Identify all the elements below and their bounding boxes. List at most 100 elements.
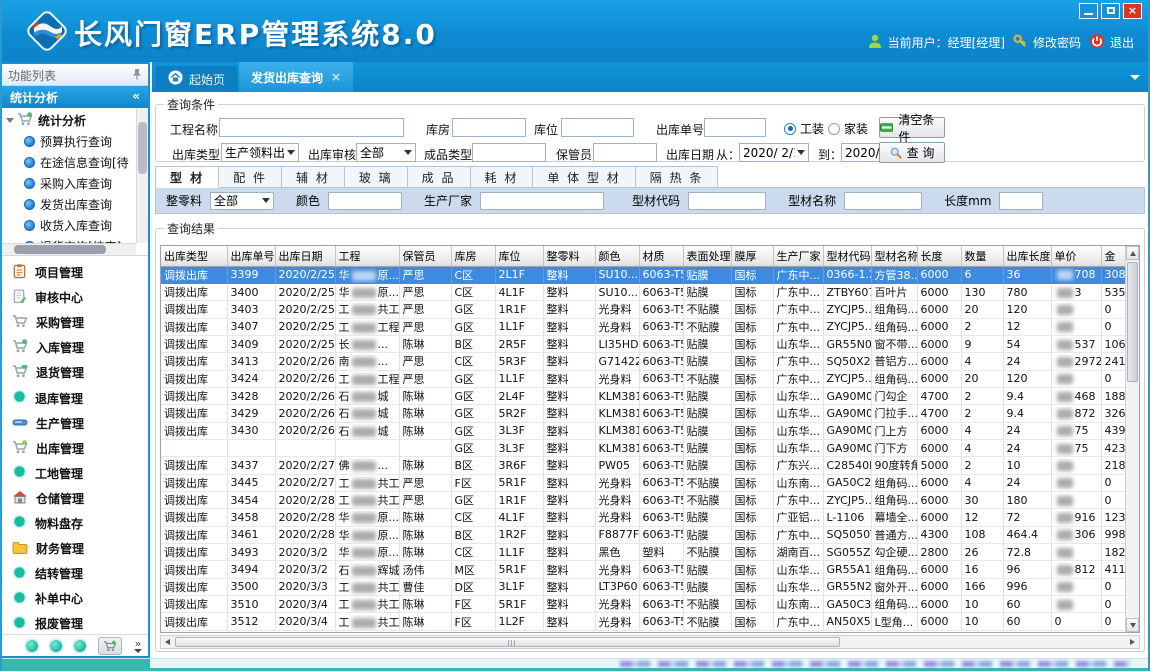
whole-select[interactable]: 全部 — [210, 192, 274, 210]
table-row[interactable]: 调拨出库35122020/3/4工共工程陈琳F区1L2F整料光身料6063-T5… — [161, 613, 1129, 630]
sidebar-item-notepad[interactable]: 审核中心 — [2, 285, 148, 310]
column-header[interactable]: 膜厚 — [731, 246, 773, 266]
tree-vertical-scrollbar[interactable] — [136, 108, 148, 243]
table-row[interactable]: 调拨出库34302020/2/26石城陈琳G区3L3F整料KLM38176063… — [161, 422, 1129, 439]
sidebar-item-circle[interactable]: 补单中心 — [2, 586, 148, 611]
clear-conditions-button[interactable]: 清空条件 — [879, 117, 945, 138]
table-row[interactable]: 调拨出库34072020/2/25工工程严思G区1L1F整料光身料6063-T5… — [161, 318, 1129, 335]
tree-expander-icon[interactable] — [6, 118, 14, 123]
column-header[interactable]: 库位 — [495, 246, 543, 266]
sidebar-item-warehouse[interactable]: 仓储管理 — [2, 486, 148, 511]
table-row[interactable]: 调拨出库34282020/2/26石城陈琳G区2L4F整料KLM38176063… — [161, 387, 1129, 404]
sidebar-item-circle[interactable]: 工地管理 — [2, 461, 148, 486]
material-tab[interactable]: 单 体 型 材 — [533, 166, 635, 188]
material-tab[interactable]: 辅 材 — [282, 166, 345, 188]
tree-root-statistics[interactable]: 统计分析 — [2, 110, 136, 131]
table-horizontal-scrollbar[interactable] — [160, 635, 1140, 649]
tree-item[interactable]: 采购入库查询 — [2, 173, 136, 194]
table-row[interactable]: 调拨出库34932020/3/2华原...陈琳C区1L1F整料黑色塑料不贴膜国标… — [161, 544, 1129, 561]
collapse-icon[interactable]: « — [132, 89, 140, 103]
table-row[interactable]: 调拨出库34582020/2/28华原...陈琳C区4L1F整料光身料6063-… — [161, 509, 1129, 526]
warehouse-input[interactable] — [452, 118, 526, 137]
table-row[interactable]: 调拨出库34452020/2/27工共工程严思F区5R1F整料光身料6063-T… — [161, 474, 1129, 491]
project-name-input[interactable] — [219, 118, 404, 137]
column-header[interactable]: 单价 — [1051, 246, 1101, 266]
table-row[interactable]: 调拨出库34942020/3/2石辉城汤伟M区5R1F整料光身料6063-T5贴… — [161, 561, 1129, 578]
manufacturer-input[interactable] — [480, 192, 604, 210]
table-row[interactable]: 调拨出库34132020/2/26南...严思C区5R3F整料G71422606… — [161, 353, 1129, 370]
scroll-down-button[interactable] — [1126, 618, 1139, 632]
table-row[interactable]: 调拨出库34612020/2/28华原...陈琳B区1R2F整料F8877FT6… — [161, 526, 1129, 543]
table-row[interactable]: 调拨出库34002020/2/25华原...严思C区4L1F整料SU10...6… — [161, 283, 1129, 300]
sidebar-item-circle[interactable]: 物料盘存 — [2, 511, 148, 536]
sidebar-item-production[interactable]: 生产管理 — [2, 411, 148, 436]
material-tab[interactable]: 配 件 — [219, 166, 282, 188]
horizontal-scroll-thumb[interactable] — [175, 637, 840, 647]
maximize-button[interactable] — [1101, 3, 1120, 19]
material-tab[interactable]: 耗 材 — [471, 166, 534, 188]
column-header[interactable]: 生产厂家 — [773, 246, 823, 266]
table-row[interactable]: 调拨出库34542020/2/28工共工程严思G区1R1F整料光身料6063-T… — [161, 491, 1129, 508]
tray-circle-icon[interactable] — [50, 640, 62, 652]
order-no-input[interactable] — [704, 118, 766, 137]
logout-button[interactable]: 退出 — [1089, 33, 1134, 52]
table-row[interactable]: 调拨出库34242020/2/26工工程严思G区1L1F整料光身料6063-T5… — [161, 370, 1129, 387]
out-type-select[interactable]: 生产领料出库 — [221, 143, 299, 162]
length-input[interactable] — [999, 192, 1043, 210]
tab-home-page[interactable]: 起始页 — [156, 66, 237, 92]
table-row[interactable]: G区3L3F整料KLM38176063-T5贴膜国标山东华...GA90M09.… — [161, 439, 1129, 456]
column-header[interactable]: 整零料 — [543, 246, 595, 266]
material-tab[interactable]: 隔 热 条 — [636, 166, 719, 188]
column-header[interactable]: 出库日期 — [275, 246, 335, 266]
sidebar-item-clipboard[interactable]: 项目管理 — [2, 260, 148, 285]
tree-item[interactable]: 发货出库查询 — [2, 194, 136, 215]
material-tab[interactable]: 成 品 — [408, 166, 471, 188]
tray-circle-icon[interactable] — [74, 640, 86, 652]
change-password-button[interactable]: 修改密码 — [1013, 34, 1081, 52]
sidebar-item-circle[interactable]: 结转管理 — [2, 561, 148, 586]
tree-horizontal-scrollbar[interactable] — [2, 243, 136, 255]
tray-cart-button[interactable] — [98, 637, 122, 655]
column-header[interactable]: 型材名称 — [871, 246, 917, 266]
table-row[interactable]: 调拨出库35002020/3/3工共工程曹佳D区3L1F整料LT3P606063… — [161, 578, 1129, 595]
table-vertical-scrollbar[interactable] — [1125, 246, 1139, 632]
sidebar-item-folder[interactable]: 财务管理 — [2, 536, 148, 561]
tab-shipping-out-query[interactable]: 发货出库查询× — [239, 62, 353, 92]
tree-item[interactable]: 预算执行查询 — [2, 131, 136, 152]
column-header[interactable]: 工程 — [335, 246, 399, 266]
keeper-input[interactable] — [593, 143, 657, 162]
sidebar-item-cart-out[interactable]: 出库管理 — [2, 436, 148, 461]
product-type-input[interactable] — [472, 143, 546, 162]
tree-item[interactable]: 收货入库查询 — [2, 215, 136, 236]
date-from-select[interactable]: 2020/ 2/16 — [739, 143, 809, 162]
location-input[interactable] — [561, 118, 634, 137]
tray-overflow-button[interactable]: » — [134, 639, 142, 653]
table-row[interactable]: 调拨出库34092020/2/25长...陈琳B区2R5F整料LI35HD606… — [161, 335, 1129, 352]
close-button[interactable]: × — [1123, 3, 1142, 19]
color-input[interactable] — [328, 192, 402, 210]
sidebar-section-header[interactable]: 统计分析 « — [2, 86, 148, 108]
column-header[interactable]: 型材代码 — [823, 246, 871, 266]
scroll-up-button[interactable] — [1126, 246, 1139, 260]
table-row[interactable]: 调拨出库33992020/2/25华原...严思C区2L1F整料SU10...6… — [161, 266, 1129, 283]
column-header[interactable]: 库房 — [451, 246, 495, 266]
sidebar-item-cart-return[interactable]: 退货管理 — [2, 360, 148, 385]
pin-icon[interactable] — [132, 68, 142, 83]
table-row[interactable]: 调拨出库35102020/3/4工共工程陈琳F区5R1F整料光身料6063-T5… — [161, 596, 1129, 613]
sidebar-item-circle[interactable]: 退库管理 — [2, 385, 148, 410]
column-header[interactable]: 表面处理 — [683, 246, 731, 266]
sidebar-item-cart[interactable]: 采购管理 — [2, 310, 148, 335]
material-tab[interactable]: 型 材 — [155, 166, 219, 188]
radio-jiazhuang[interactable]: 家装 — [828, 120, 868, 137]
radio-gongzhuang[interactable]: 工装 — [784, 120, 824, 137]
sidebar-item-circle[interactable]: 报废管理 — [2, 611, 148, 634]
column-header[interactable]: 材质 — [639, 246, 683, 266]
column-header[interactable]: 出库长度 — [1003, 246, 1051, 266]
material-tab[interactable]: 玻 璃 — [345, 166, 408, 188]
vertical-scroll-thumb[interactable] — [1127, 262, 1138, 382]
column-header[interactable]: 颜色 — [595, 246, 639, 266]
column-header[interactable]: 保管员 — [399, 246, 451, 266]
sidebar-item-cart-in[interactable]: 入库管理 — [2, 335, 148, 360]
audit-select[interactable]: 全部 — [356, 143, 416, 162]
table-row[interactable]: 调拨出库34292020/2/26石城陈琳G区5R2F整料KLM38176063… — [161, 405, 1129, 422]
